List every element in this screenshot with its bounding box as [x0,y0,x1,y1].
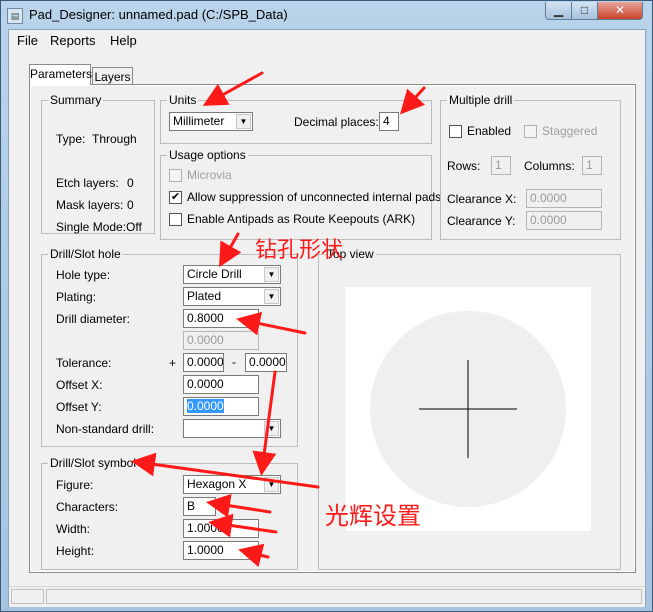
height-input[interactable]: 1.0000 [183,541,259,560]
height-label: Height: [56,544,95,558]
etch-layers-label: Etch layers: [56,176,119,190]
offset-x-input[interactable]: 0.0000 [183,375,259,394]
mask-layers-value: 0 [127,198,134,212]
columns-label: Columns: [524,159,575,173]
tab-parameters[interactable]: Parameters [29,64,92,85]
staggered-label: Staggered [542,124,598,138]
chevron-down-icon: ▼ [264,477,279,492]
usage-options-group: Usage options Microvia ✔ Allow suppressi… [160,148,441,240]
minimize-button[interactable]: ▁ [545,2,572,20]
usage-options-title: Usage options [167,148,248,162]
chevron-down-icon: ▼ [264,289,279,304]
tolerance-minus-sign: - [232,355,236,369]
figure-value: Hexagon X [187,477,247,491]
multiple-drill-group: Multiple drill Enabled Staggered Rows: 1… [440,93,621,240]
plating-label: Plating: [56,290,97,304]
antipads-label: Enable Antipads as Route Keepouts (ARK) [187,212,416,226]
summary-title: Summary [48,93,104,107]
menu-file[interactable]: File [17,33,38,48]
menu-reports[interactable]: Reports [50,33,96,48]
columns-input[interactable]: 1 [582,156,602,175]
pad-preview-svg [370,311,566,507]
clearance-x-label: Clearance X: [447,192,517,206]
units-title: Units [167,93,199,107]
status-bar [9,586,645,607]
antipads-checkbox[interactable] [169,213,182,226]
tolerance-minus-input[interactable]: 0.0000 [245,353,287,372]
single-mode-value: Off [126,220,142,234]
tolerance-plus-input[interactable]: 0.0000 [183,353,224,372]
units-select[interactable]: Millimeter ▼ [169,112,253,131]
chevron-down-icon: ▼ [236,114,251,129]
type-label: Type: [56,132,86,146]
characters-input[interactable]: B [183,497,216,516]
clearance-y-label: Clearance Y: [447,214,516,228]
drill-symbol-title: Drill/Slot symbol [48,456,139,470]
width-input[interactable]: 1.0000 [183,519,259,538]
hole-type-value: Circle Drill [187,267,242,281]
drill-hole-title: Drill/Slot hole [48,247,123,261]
mask-layers-label: Mask layers: [56,198,124,212]
window-title: Pad_Designer: unnamed.pad (C:/SPB_Data) [29,7,288,22]
chevron-down-icon: ▼ [264,421,279,436]
maximize-button[interactable]: □ [571,2,598,20]
drill-hole-group: Drill/Slot hole Hole type: Circle Drill … [41,247,298,447]
top-view-canvas [346,287,591,531]
menu-help[interactable]: Help [110,33,137,48]
non-standard-drill-label: Non-standard drill: [56,422,155,436]
summary-group: Summary Type: Through Etch layers: 0 Mas… [41,93,155,234]
characters-label: Characters: [56,500,119,514]
microvia-label: Microvia [187,168,232,182]
drill-diameter-secondary-input[interactable]: 0.0000 [183,331,259,350]
multiple-drill-title: Multiple drill [447,93,515,107]
rows-label: Rows: [447,159,481,173]
annotation-glow-settings: 光辉设置 [325,502,421,530]
clearance-y-input[interactable]: 0.0000 [526,211,602,230]
type-value: Through [92,132,137,146]
offset-y-label: Offset Y: [56,400,102,414]
app-icon: ▤ [7,8,23,24]
tolerance-plus-sign: + [169,356,177,370]
drill-diameter-input[interactable]: 0.8000 [183,309,259,328]
staggered-checkbox[interactable] [524,125,537,138]
units-select-value: Millimeter [173,114,225,128]
decimal-places-input[interactable]: 4 [379,112,399,131]
menu-bar: File Reports Help [9,30,645,52]
figure-label: Figure: [56,478,94,492]
allow-suppression-label: Allow suppression of unconnected interna… [187,190,442,204]
plating-value: Plated [187,289,222,303]
enabled-checkbox[interactable] [449,125,462,138]
offset-x-label: Offset X: [56,378,103,392]
title-bar: ▤ Pad_Designer: unnamed.pad (C:/SPB_Data… [1,1,652,29]
clearance-x-input[interactable]: 0.0000 [526,189,602,208]
allow-suppression-checkbox[interactable]: ✔ [169,191,182,204]
offset-y-selection: 0.0000 [187,399,224,413]
rows-input[interactable]: 1 [491,156,511,175]
enabled-label: Enabled [467,124,512,138]
single-mode-label: Single Mode: [56,220,127,234]
width-label: Width: [56,522,91,536]
decimal-places-label: Decimal places: [294,115,379,129]
non-standard-drill-select[interactable]: ▼ [183,419,281,438]
units-group: Units Millimeter ▼ Decimal places: 4 [160,93,432,144]
chevron-down-icon: ▼ [264,267,279,282]
status-cell-1 [11,589,44,604]
figure-select[interactable]: Hexagon X ▼ [183,475,281,494]
hole-type-label: Hole type: [56,268,111,282]
status-cell-2 [46,589,642,604]
drill-symbol-group: Drill/Slot symbol Figure: Hexagon X ▼ Ch… [41,456,298,570]
offset-y-input[interactable]: 0.0000 [183,397,259,416]
annotation-drill-shape: 钻孔形状 [255,238,344,263]
hole-type-select[interactable]: Circle Drill ▼ [183,265,281,284]
microvia-checkbox[interactable] [169,169,182,182]
tolerance-label: Tolerance: [56,356,112,370]
drill-diameter-label: Drill diameter: [56,312,131,326]
close-button[interactable]: ✕ [597,2,643,20]
plating-select[interactable]: Plated ▼ [183,287,281,306]
etch-layers-value: 0 [127,176,134,190]
